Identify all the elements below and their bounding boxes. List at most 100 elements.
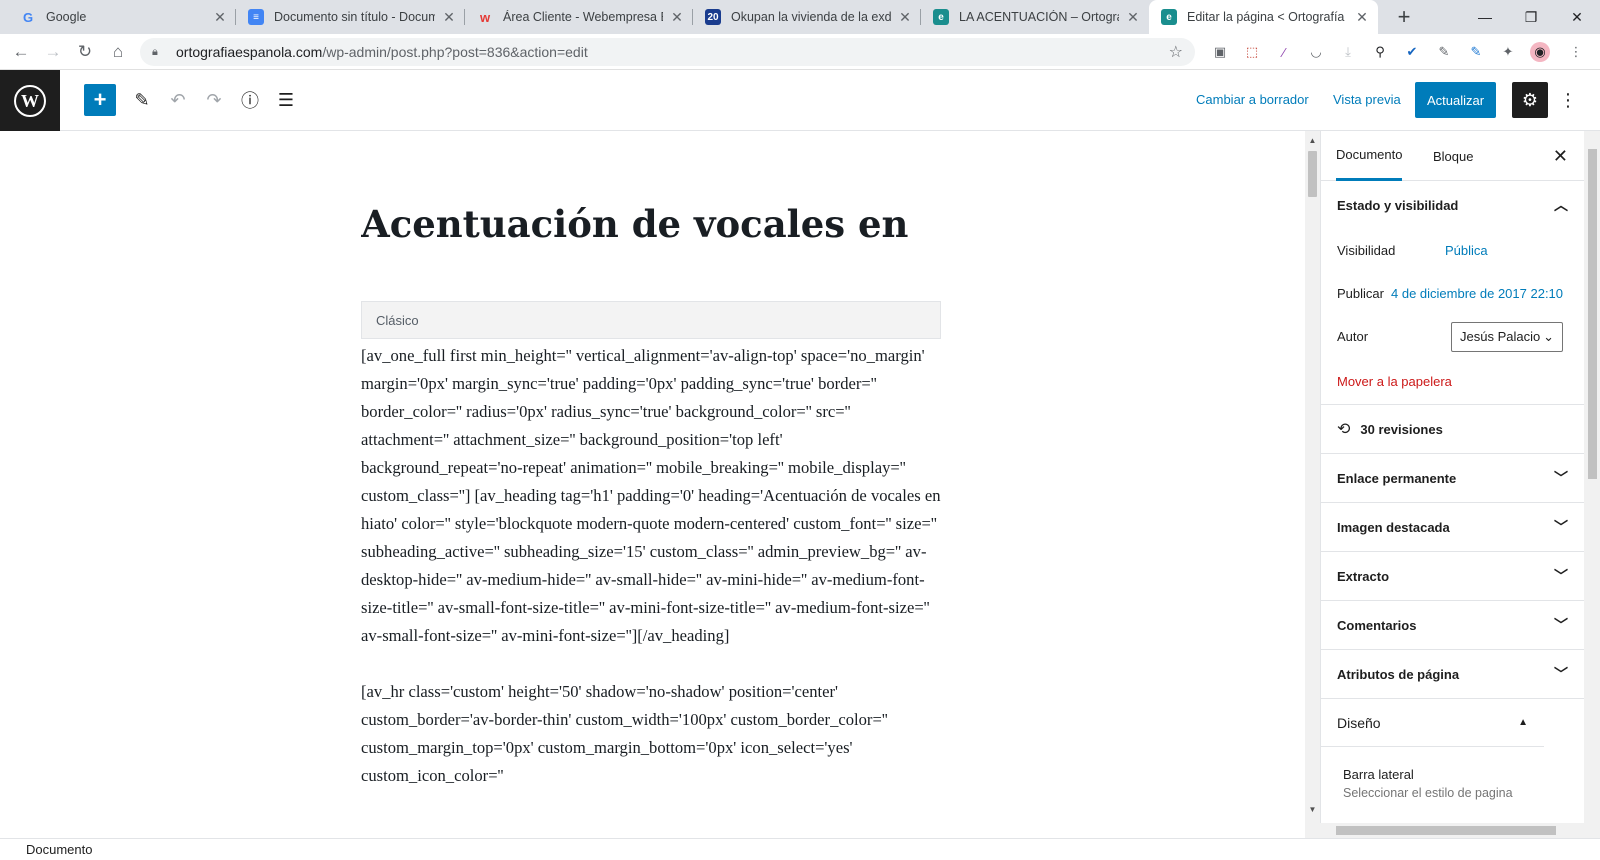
browser-tab[interactable]: 20 Okupan la vivienda de la exdiri ✕	[693, 0, 921, 34]
search-extension-icon[interactable]: ⚲	[1370, 42, 1390, 62]
sidebar-layout-hint: Seleccionar el estilo de pagina	[1343, 786, 1513, 800]
revisions-link[interactable]: ⟲ 30 revisiones	[1321, 405, 1584, 453]
browser-tab[interactable]: w Área Cliente - Webempresa Eu ✕	[465, 0, 693, 34]
close-sidebar-icon[interactable]: ✕	[1553, 146, 1568, 167]
close-tab-icon[interactable]: ✕	[441, 9, 457, 26]
scrollbar-thumb[interactable]	[1336, 826, 1556, 835]
page-attributes-panel[interactable]: Atributos de página ﹀	[1321, 650, 1584, 699]
home-icon[interactable]: ⌂	[103, 37, 133, 67]
discussion-panel[interactable]: Comentarios ﹀	[1321, 601, 1584, 650]
design-panel: Diseño ▲ Barra lateral Seleccionar el est…	[1321, 699, 1584, 800]
feather-extension-icon[interactable]: ✎	[1434, 42, 1454, 62]
tab-block[interactable]: Bloque	[1433, 131, 1473, 181]
move-to-trash-link[interactable]: Mover a la papelera	[1337, 374, 1452, 389]
close-tab-icon[interactable]: ✕	[1354, 9, 1370, 26]
design-panel-toggle[interactable]: Diseño ▲	[1321, 699, 1544, 747]
puzzle-extensions-icon[interactable]: ✦	[1498, 42, 1518, 62]
forward-icon[interactable]: →	[38, 37, 68, 67]
panel-title: Estado y visibilidad	[1337, 197, 1459, 213]
close-tab-icon[interactable]: ✕	[212, 9, 228, 26]
status-panel-toggle[interactable]: Estado y visibilidad ︿	[1321, 181, 1584, 229]
download-extension-icon[interactable]: ⤓	[1338, 42, 1358, 62]
block-label: Clásico	[376, 312, 419, 328]
undo-icon[interactable]: ↶	[164, 86, 192, 114]
settings-sidebar: Documento Bloque ✕ Estado y visibilidad …	[1320, 131, 1584, 838]
sidebar-scrollbar[interactable]	[1584, 131, 1600, 838]
close-tab-icon[interactable]: ✕	[897, 9, 913, 26]
page-attributes-panel-toggle[interactable]: Atributos de página ﹀	[1321, 650, 1584, 698]
scroll-up-icon[interactable]: ▲	[1305, 133, 1320, 147]
excerpt-panel-toggle[interactable]: Extracto ﹀	[1321, 552, 1584, 600]
tab-title: Okupan la vivienda de la exdiri	[731, 10, 891, 24]
close-window-icon[interactable]: ✕	[1554, 0, 1600, 34]
tools-pencil-icon[interactable]: ✎	[128, 86, 156, 114]
excerpt-panel[interactable]: Extracto ﹀	[1321, 552, 1584, 601]
chrome-menu-icon[interactable]: ⋮	[1566, 42, 1586, 62]
chevron-up-icon: ︿	[1554, 197, 1568, 213]
close-tab-icon[interactable]: ✕	[669, 9, 685, 26]
preview-button[interactable]: Vista previa	[1333, 92, 1401, 107]
permalink-panel[interactable]: Enlace permanente ﹀	[1321, 454, 1584, 503]
publish-label: Publicar	[1337, 286, 1384, 301]
classic-block-toolbar[interactable]: Clásico	[361, 301, 941, 339]
reload-icon[interactable]: ↻	[70, 37, 100, 67]
content-paragraph[interactable]: [av_one_full first min_height='' vertica…	[361, 342, 941, 650]
sidebar-horizontal-scrollbar[interactable]	[1320, 823, 1584, 838]
back-icon[interactable]: ←	[6, 37, 36, 67]
chevron-down-icon: ⌄	[1543, 328, 1554, 344]
browser-tab[interactable]: ≡ Documento sin título - Docum ✕	[236, 0, 465, 34]
tab-title: LA ACENTUACIÓN – Ortografía	[959, 10, 1119, 24]
sidebar-layout-field: Barra lateral Seleccionar el estilo de p…	[1321, 747, 1584, 800]
scrollbar-thumb[interactable]	[1308, 151, 1317, 197]
site-favicon-icon: e	[933, 9, 949, 25]
editor-header: W + ✎ ↶ ↷ ⓘ ☰ Cambiar a borrador Vista p…	[0, 70, 1600, 131]
redo-icon[interactable]: ↷	[200, 86, 228, 114]
publish-date-link[interactable]: 4 de diciembre de 2017 22:10	[1391, 286, 1563, 301]
discussion-panel-toggle[interactable]: Comentarios ﹀	[1321, 601, 1584, 649]
author-row: Autor Jesús Palacio ⌄	[1321, 315, 1584, 358]
profile-avatar[interactable]: ◉	[1530, 42, 1550, 62]
add-block-button[interactable]: +	[84, 84, 116, 116]
new-tab-button[interactable]: +	[1390, 0, 1418, 34]
editor-scrollbar[interactable]: ▲ ▼	[1305, 131, 1320, 838]
update-button[interactable]: Actualizar	[1415, 82, 1496, 118]
vpn-extension-icon[interactable]: ✔	[1402, 42, 1422, 62]
featured-image-panel-toggle[interactable]: Imagen destacada ﹀	[1321, 503, 1584, 551]
featured-image-panel[interactable]: Imagen destacada ﹀	[1321, 503, 1584, 552]
visibility-link[interactable]: Pública	[1445, 243, 1488, 258]
switch-to-draft-button[interactable]: Cambiar a borrador	[1196, 92, 1309, 107]
settings-gear-icon[interactable]: ⚙	[1512, 82, 1548, 118]
pocket-extension-icon[interactable]: ◡	[1306, 42, 1326, 62]
browser-tab-active[interactable]: e Editar la página < Ortografía e ✕	[1149, 0, 1378, 34]
sidebar-layout-label: Barra lateral	[1343, 767, 1414, 782]
minimize-icon[interactable]: —	[1462, 0, 1508, 34]
address-bar[interactable]: 🔒︎ ortografiaespanola.com/wp-admin/post.…	[140, 38, 1195, 66]
classic-block-content[interactable]: [av_one_full first min_height='' vertica…	[361, 342, 941, 818]
pdf-extension-icon[interactable]: ⬚	[1242, 42, 1262, 62]
restore-icon[interactable]: ❐	[1508, 0, 1554, 34]
scrollbar-thumb[interactable]	[1588, 149, 1597, 479]
browser-tab[interactable]: e LA ACENTUACIÓN – Ortografía ✕	[921, 0, 1149, 34]
editor-canvas: Acentuación de vocales en hiato Clásico …	[0, 131, 1305, 838]
tab-document[interactable]: Documento	[1336, 131, 1403, 181]
edit-extension-icon[interactable]: ✎	[1466, 42, 1486, 62]
close-tab-icon[interactable]: ✕	[1125, 9, 1141, 26]
scroll-down-icon[interactable]: ▼	[1305, 802, 1320, 816]
list-view-icon[interactable]: ☰	[272, 86, 300, 114]
bookmark-star-icon[interactable]: ☆	[1169, 42, 1183, 62]
breadcrumb-item[interactable]: Documento	[26, 842, 92, 857]
pen-extension-icon[interactable]: ∕	[1274, 42, 1294, 62]
more-options-icon[interactable]: ⋮	[1558, 86, 1578, 114]
wordpress-logo-icon[interactable]: W	[0, 70, 60, 131]
author-value: Jesús Palacio	[1460, 329, 1541, 344]
author-select[interactable]: Jesús Palacio ⌄	[1451, 321, 1563, 352]
content-paragraph[interactable]: [av_hr class='custom' height='50' shadow…	[361, 678, 941, 790]
history-icon: ⟲	[1337, 421, 1351, 438]
trash-row: Mover a la papelera	[1321, 358, 1584, 404]
extension-icon[interactable]: ▣	[1210, 42, 1230, 62]
info-icon[interactable]: ⓘ	[236, 86, 264, 114]
permalink-panel-toggle[interactable]: Enlace permanente ﹀	[1321, 454, 1584, 502]
post-title[interactable]: Acentuación de vocales en hiato	[361, 195, 961, 265]
status-visibility-panel: Estado y visibilidad ︿ Visibilidad Públi…	[1321, 181, 1584, 405]
browser-tab[interactable]: G Google ✕	[8, 0, 236, 34]
